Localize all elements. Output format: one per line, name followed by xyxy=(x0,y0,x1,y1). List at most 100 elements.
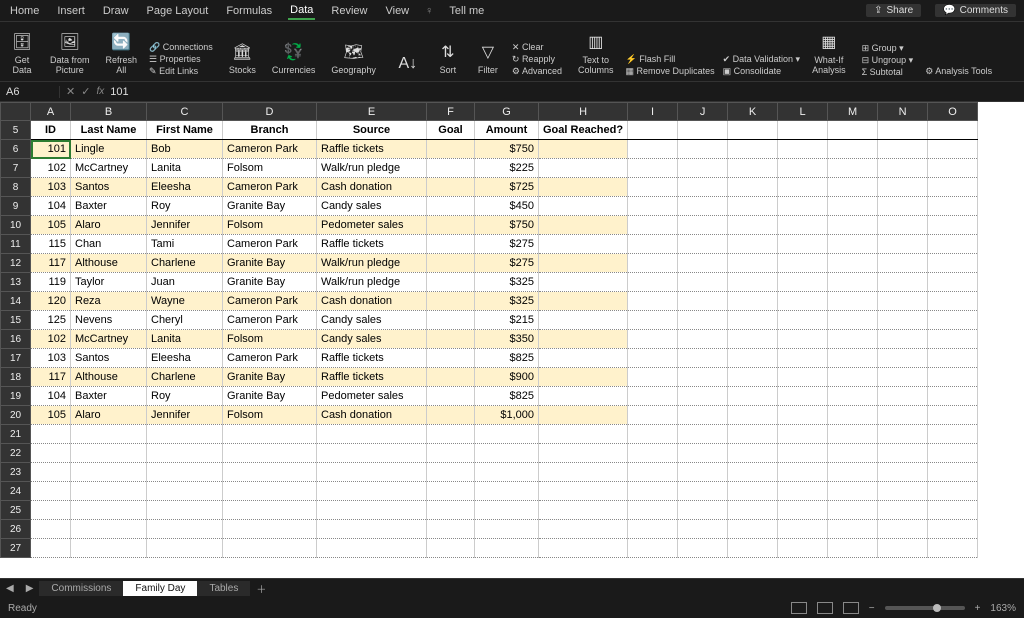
row-header-7[interactable]: 7 xyxy=(1,159,31,178)
cell-E27[interactable] xyxy=(317,539,427,558)
col-header-D[interactable]: D xyxy=(223,103,317,121)
row-header-18[interactable]: 18 xyxy=(1,368,31,387)
cell-C23[interactable] xyxy=(147,463,223,482)
cell-C24[interactable] xyxy=(147,482,223,501)
cell-I22[interactable] xyxy=(628,444,678,463)
cell-N7[interactable] xyxy=(878,159,928,178)
cell-J27[interactable] xyxy=(678,539,728,558)
clear-button[interactable]: ✕ Clear xyxy=(512,42,562,53)
cell-G23[interactable] xyxy=(475,463,539,482)
cell-D17[interactable]: Cameron Park xyxy=(223,349,317,368)
cell-K10[interactable] xyxy=(728,216,778,235)
cell-B22[interactable] xyxy=(71,444,147,463)
cell-I8[interactable] xyxy=(628,178,678,197)
cell-E21[interactable] xyxy=(317,425,427,444)
cell-F15[interactable] xyxy=(427,311,475,330)
cell-K9[interactable] xyxy=(728,197,778,216)
geography-button[interactable]: 🗺Geography xyxy=(327,39,380,77)
cell-D10[interactable]: Folsom xyxy=(223,216,317,235)
cell-J16[interactable] xyxy=(678,330,728,349)
cell-E20[interactable]: Cash donation xyxy=(317,406,427,425)
cell-D22[interactable] xyxy=(223,444,317,463)
cell-I13[interactable] xyxy=(628,273,678,292)
cell-N21[interactable] xyxy=(878,425,928,444)
cell-O27[interactable] xyxy=(928,539,978,558)
cell-L7[interactable] xyxy=(778,159,828,178)
cell-I12[interactable] xyxy=(628,254,678,273)
cell-D26[interactable] xyxy=(223,520,317,539)
cell-M24[interactable] xyxy=(828,482,878,501)
cell-O20[interactable] xyxy=(928,406,978,425)
cell-H7[interactable] xyxy=(539,159,628,178)
cell-J17[interactable] xyxy=(678,349,728,368)
cell-O22[interactable] xyxy=(928,444,978,463)
cell-H17[interactable] xyxy=(539,349,628,368)
row-header-22[interactable]: 22 xyxy=(1,444,31,463)
cell-A25[interactable] xyxy=(31,501,71,520)
cell-I25[interactable] xyxy=(628,501,678,520)
cell-D18[interactable]: Granite Bay xyxy=(223,368,317,387)
cell-B5[interactable]: Last Name xyxy=(71,121,147,140)
cell-E25[interactable] xyxy=(317,501,427,520)
tab-commissions[interactable]: Commissions xyxy=(39,581,123,596)
share-button[interactable]: ⇪Share xyxy=(866,4,921,17)
cell-L9[interactable] xyxy=(778,197,828,216)
cell-D11[interactable]: Cameron Park xyxy=(223,235,317,254)
cell-K21[interactable] xyxy=(728,425,778,444)
cell-F23[interactable] xyxy=(427,463,475,482)
cell-H21[interactable] xyxy=(539,425,628,444)
cell-I17[interactable] xyxy=(628,349,678,368)
cell-E22[interactable] xyxy=(317,444,427,463)
cell-G21[interactable] xyxy=(475,425,539,444)
name-box[interactable]: A6 xyxy=(0,86,60,98)
cell-G6[interactable]: $750 xyxy=(475,140,539,159)
cell-I20[interactable] xyxy=(628,406,678,425)
tab-add[interactable]: ＋ xyxy=(250,581,272,596)
cell-E14[interactable]: Cash donation xyxy=(317,292,427,311)
cell-O10[interactable] xyxy=(928,216,978,235)
flash-fill-button[interactable]: ⚡ Flash Fill xyxy=(626,54,715,65)
cell-N26[interactable] xyxy=(878,520,928,539)
row-header-9[interactable]: 9 xyxy=(1,197,31,216)
cell-N9[interactable] xyxy=(878,197,928,216)
row-header-17[interactable]: 17 xyxy=(1,349,31,368)
fx-icon[interactable]: fx xyxy=(96,86,104,97)
cell-F11[interactable] xyxy=(427,235,475,254)
cell-J6[interactable] xyxy=(678,140,728,159)
cell-H19[interactable] xyxy=(539,387,628,406)
cell-G26[interactable] xyxy=(475,520,539,539)
cell-A20[interactable]: 105 xyxy=(31,406,71,425)
cell-C16[interactable]: Lanita xyxy=(147,330,223,349)
cell-M11[interactable] xyxy=(828,235,878,254)
zoom-slider[interactable] xyxy=(885,606,965,610)
cell-D7[interactable]: Folsom xyxy=(223,159,317,178)
cell-E17[interactable]: Raffle tickets xyxy=(317,349,427,368)
cell-A11[interactable]: 115 xyxy=(31,235,71,254)
tab-tables[interactable]: Tables xyxy=(197,581,250,596)
cell-G25[interactable] xyxy=(475,501,539,520)
cell-B18[interactable]: Althouse xyxy=(71,368,147,387)
cell-L8[interactable] xyxy=(778,178,828,197)
cell-L15[interactable] xyxy=(778,311,828,330)
cell-C18[interactable]: Charlene xyxy=(147,368,223,387)
cell-G12[interactable]: $275 xyxy=(475,254,539,273)
cell-N14[interactable] xyxy=(878,292,928,311)
cell-H15[interactable] xyxy=(539,311,628,330)
cell-F9[interactable] xyxy=(427,197,475,216)
cell-I16[interactable] xyxy=(628,330,678,349)
cell-K24[interactable] xyxy=(728,482,778,501)
cell-I26[interactable] xyxy=(628,520,678,539)
cell-M19[interactable] xyxy=(828,387,878,406)
cell-G5[interactable]: Amount xyxy=(475,121,539,140)
cell-C15[interactable]: Cheryl xyxy=(147,311,223,330)
cell-C11[interactable]: Tami xyxy=(147,235,223,254)
cell-O13[interactable] xyxy=(928,273,978,292)
cell-C6[interactable]: Bob xyxy=(147,140,223,159)
cell-L11[interactable] xyxy=(778,235,828,254)
col-header-L[interactable]: L xyxy=(778,103,828,121)
cell-J9[interactable] xyxy=(678,197,728,216)
cell-G27[interactable] xyxy=(475,539,539,558)
cell-D24[interactable] xyxy=(223,482,317,501)
cell-F26[interactable] xyxy=(427,520,475,539)
cell-C9[interactable]: Roy xyxy=(147,197,223,216)
